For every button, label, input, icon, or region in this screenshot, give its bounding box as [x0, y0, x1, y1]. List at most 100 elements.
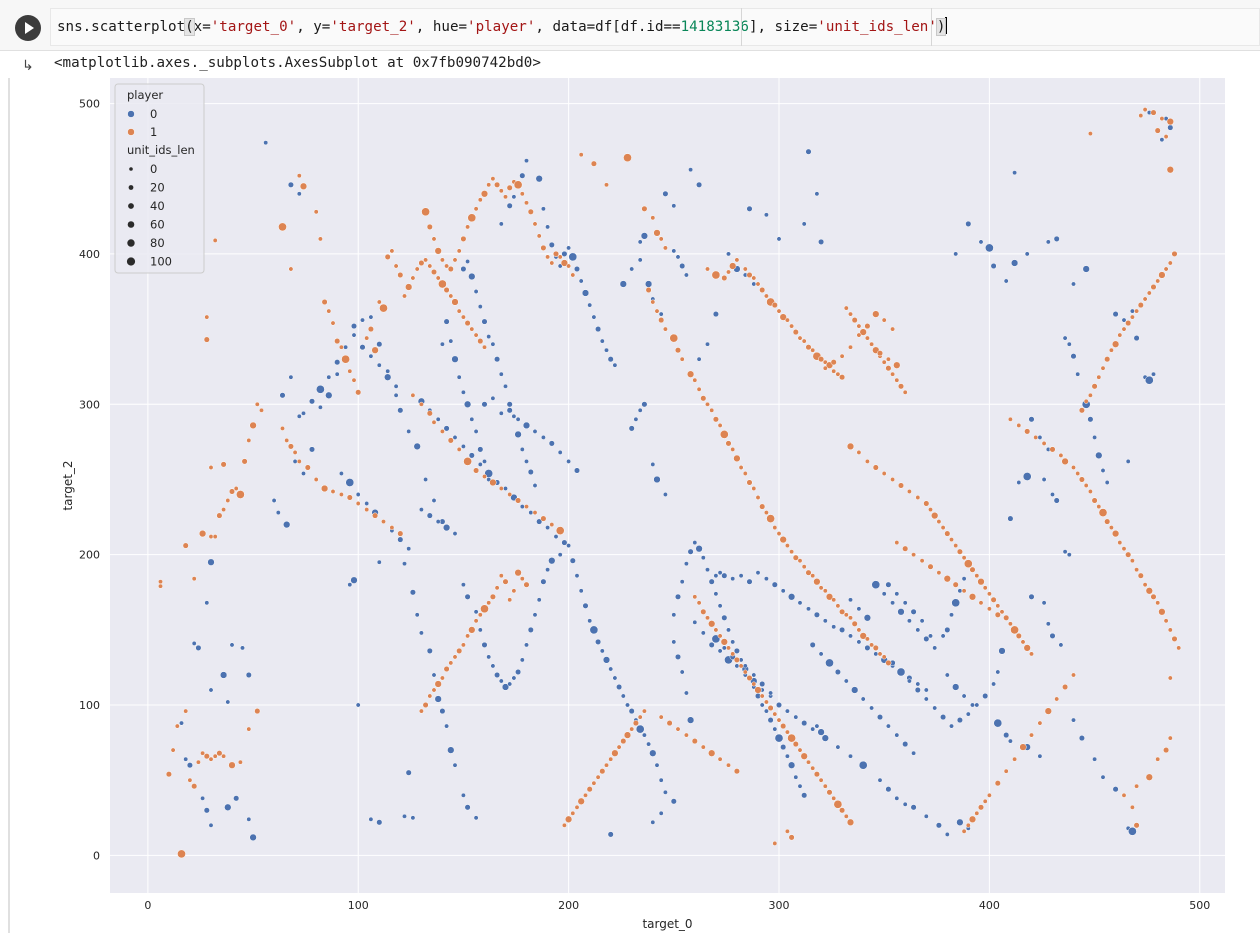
scatter-point [746, 578, 753, 585]
scatter-point [953, 543, 959, 549]
scatter-point [241, 458, 248, 465]
scatter-point [860, 696, 866, 702]
x-tick-label: 200 [558, 899, 579, 912]
scatter-point [422, 701, 429, 709]
scatter-point [355, 702, 361, 708]
scatter-point [717, 603, 723, 609]
scatter-point [410, 275, 416, 281]
scatter-point [473, 289, 479, 294]
scatter-point [1062, 683, 1069, 691]
scatter-point [730, 576, 736, 582]
scatter-point [578, 588, 584, 594]
scatter-point [726, 627, 731, 633]
scatter-point [1171, 250, 1178, 257]
scatter-point [283, 520, 291, 529]
scatter-point [208, 465, 214, 470]
scatter-point [389, 525, 395, 531]
scatter-point [915, 627, 921, 633]
scatter-point [249, 833, 257, 842]
scatter-point [751, 486, 757, 491]
scatter-point [1158, 608, 1166, 616]
scatter-point [666, 720, 673, 727]
scatter-point [573, 265, 581, 273]
scatter-point [818, 651, 824, 657]
scatter-point [397, 536, 404, 543]
scatter-point [1066, 552, 1072, 558]
scatter-point [561, 822, 567, 828]
legend-label: 40 [150, 199, 165, 213]
scatter-point [633, 416, 639, 422]
scatter-point [527, 626, 534, 633]
scatter-point [1049, 632, 1056, 639]
scatter-point [456, 308, 462, 314]
scatter-point [351, 332, 357, 338]
scatter-point [788, 834, 795, 841]
x-tick-label: 400 [979, 899, 1000, 912]
scatter-point [279, 392, 286, 399]
scatter-point [810, 347, 816, 353]
scatter-point [951, 598, 961, 608]
scatter-point [1112, 786, 1119, 793]
scatter-point [637, 407, 643, 413]
scatter-point [700, 555, 706, 561]
scatter-point [463, 457, 472, 466]
scatter-point [1142, 107, 1148, 113]
scatter-point [717, 422, 723, 428]
scatter-point [203, 336, 210, 343]
scatter-point [1108, 347, 1114, 353]
scatter-point [514, 430, 522, 439]
scatter-point [1155, 600, 1161, 606]
scatter-point [452, 257, 458, 263]
scatter-point [649, 749, 657, 757]
scatter-point [435, 275, 441, 281]
scatter-point [894, 591, 900, 597]
scatter-point [490, 663, 496, 669]
scatter-point [452, 531, 458, 537]
scatter-point [490, 176, 496, 182]
scatter-point [810, 573, 816, 579]
scatter-point [1091, 383, 1098, 390]
scatter-point [481, 641, 488, 648]
scatter-point [427, 263, 433, 269]
scatter-point [1121, 546, 1127, 552]
scatter-point [766, 514, 775, 523]
scatter-point [490, 341, 496, 347]
scatter-point [410, 815, 416, 821]
scatter-point [733, 454, 741, 463]
scatter-point [646, 741, 652, 747]
scatter-point [751, 672, 757, 678]
scatter-point [641, 401, 648, 408]
scatter-point [881, 654, 887, 660]
scatter-point [986, 591, 992, 597]
scatter-point [936, 570, 942, 576]
scatter-point [679, 356, 685, 362]
scatter-point [524, 158, 529, 164]
scatter-point [717, 756, 723, 762]
scatter-point [334, 359, 341, 366]
scatter-point [204, 314, 210, 320]
scatter-point [574, 573, 580, 579]
scatter-point [498, 410, 504, 416]
scatter-point [587, 302, 593, 308]
scatter-point [552, 250, 560, 257]
scatter-point [1096, 374, 1102, 380]
scatter-point [726, 645, 731, 651]
scatter-point [561, 250, 568, 257]
scatter-point [977, 578, 985, 586]
scatter-point [1145, 587, 1153, 595]
scatter-point [797, 747, 803, 753]
scatter-point [599, 648, 605, 654]
scatter-point [553, 534, 559, 540]
scatter-point [952, 581, 959, 588]
scatter-point [746, 205, 753, 212]
scatter-point [751, 681, 757, 687]
scatter-point [532, 612, 538, 618]
scatter-point [818, 777, 824, 783]
y-axis-label: target_2 [61, 460, 75, 510]
scatter-point [477, 446, 484, 453]
scatter-point [1146, 290, 1152, 296]
scatter-point [696, 600, 702, 606]
scatter-point [709, 407, 715, 413]
scatter-point [763, 212, 769, 218]
scatter-point [940, 633, 946, 639]
